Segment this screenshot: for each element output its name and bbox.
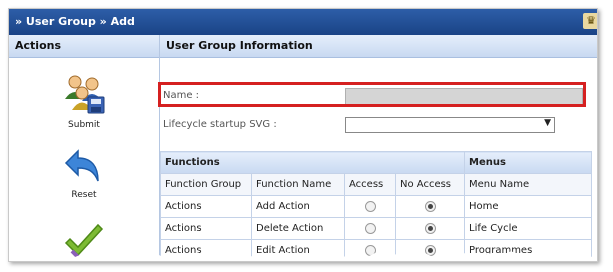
submit-button[interactable]: Submit: [9, 73, 159, 130]
menu-name-cell: Home: [464, 195, 592, 218]
page-title: » User Group » Add: [15, 15, 135, 28]
col-function-group: Function Group: [160, 173, 252, 196]
table-row: Actions Add Action Home: [160, 195, 592, 218]
reset-button[interactable]: Reset: [9, 147, 159, 200]
user-group-info-header: User Group Information: [160, 35, 597, 58]
actions-header: Actions: [9, 35, 159, 58]
function-group-cell: Actions: [160, 217, 252, 240]
page-frame: » User Group » Add ♛ Actions Submit Rese…: [8, 8, 598, 262]
col-no-access: No Access: [395, 173, 465, 196]
permissions-table: Functions Menus Function Group Function …: [160, 151, 592, 261]
torn-edge: [9, 251, 597, 261]
main-panel: User Group Information Name : Lifecycle …: [158, 35, 597, 261]
menu-name-cell: Life Cycle: [464, 217, 592, 240]
highlight-box: [158, 82, 586, 107]
help-icon[interactable]: ♛: [583, 13, 597, 29]
access-radio[interactable]: [364, 222, 376, 234]
access-radio[interactable]: [364, 200, 376, 212]
reset-label: Reset: [71, 190, 97, 200]
menus-header: Menus: [464, 151, 592, 174]
function-name-cell: Delete Action: [251, 217, 345, 240]
title-bar: » User Group » Add ♛: [9, 9, 597, 35]
functions-header: Functions: [160, 151, 465, 174]
col-access: Access: [344, 173, 396, 196]
users-save-icon: [65, 75, 105, 114]
actions-panel: Actions Submit Reset: [9, 35, 160, 261]
chevron-down-icon[interactable]: ▼: [544, 118, 551, 128]
col-menu-name: Menu Name: [464, 173, 592, 196]
submit-label: Submit: [68, 120, 100, 130]
lifecycle-label: Lifecycle startup SVG :: [163, 119, 277, 130]
no-access-radio[interactable]: [424, 200, 436, 212]
table-row: Actions Delete Action Life Cycle: [160, 217, 592, 240]
no-access-radio[interactable]: [424, 222, 436, 234]
lifecycle-select[interactable]: ▼: [345, 117, 555, 133]
function-group-cell: Actions: [160, 195, 252, 218]
function-name-cell: Add Action: [251, 195, 345, 218]
undo-arrow-icon: [64, 149, 99, 182]
col-function-name: Function Name: [251, 173, 345, 196]
